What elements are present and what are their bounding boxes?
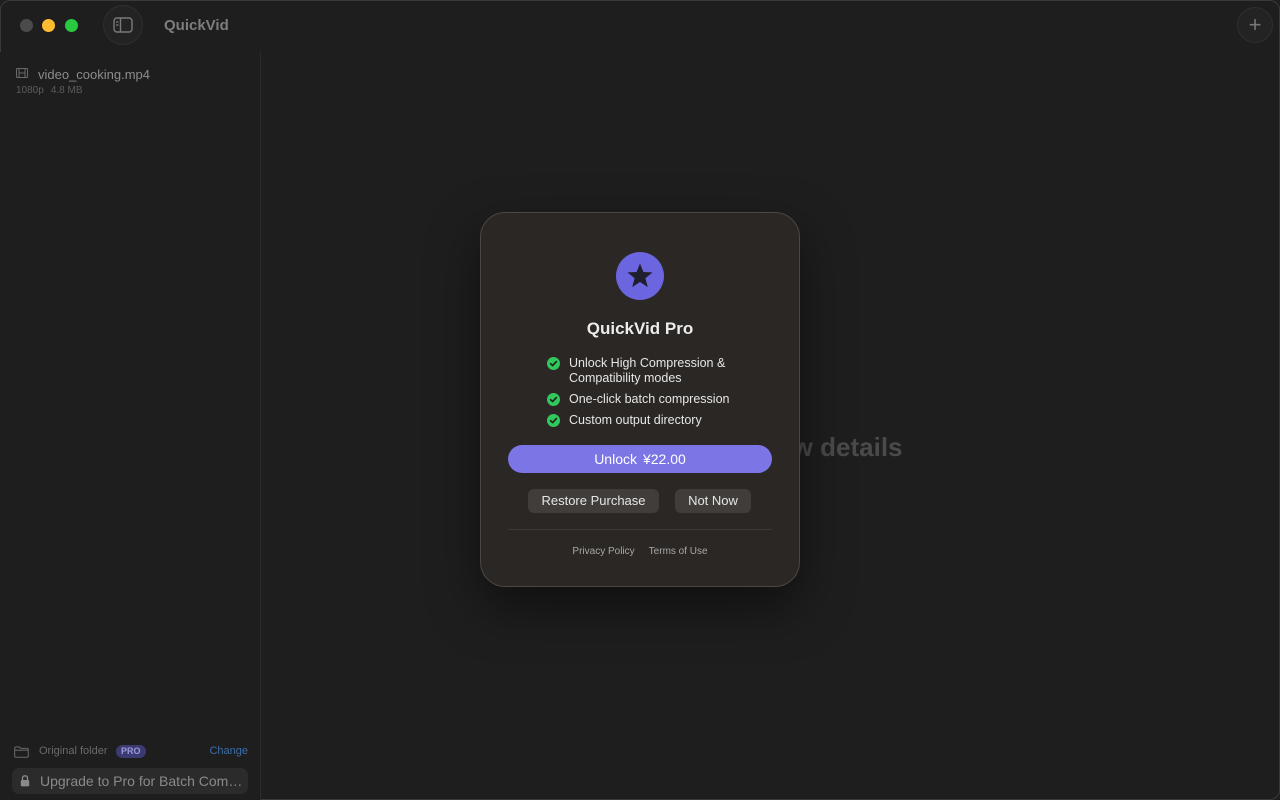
feature-label: Unlock High Compression & Compatibility … — [569, 356, 726, 385]
upgrade-to-pro-button[interactable]: Upgrade to Pro for Batch Comp... — [12, 768, 248, 794]
upgrade-label: Upgrade to Pro for Batch Comp... — [40, 773, 244, 789]
sidebar-toggle-button[interactable] — [104, 6, 142, 44]
add-file-button[interactable]: + — [1238, 8, 1272, 42]
privacy-policy-link[interactable]: Privacy Policy — [572, 546, 634, 557]
window-zoom-button[interactable] — [65, 19, 78, 32]
pro-upgrade-dialog: QuickVid Pro Unlock High Compression & C… — [481, 213, 799, 586]
check-icon — [547, 393, 560, 406]
pro-badge: PRO — [116, 745, 146, 758]
file-size: 4.8 MB — [50, 85, 83, 96]
file-name: video_cooking.mp4 — [38, 67, 151, 82]
lock-icon — [20, 775, 30, 787]
output-folder-row: Original folder PRO Change — [14, 744, 248, 760]
sidebar: video_cooking.mp4 1080p 4.8 MB Original f… — [0, 52, 261, 800]
app-title: QuickVid — [164, 17, 229, 34]
window-close-button[interactable] — [20, 19, 33, 32]
price-label: ¥22.00 — [642, 451, 686, 467]
feature-item: Unlock High Compression & Compatibility … — [547, 356, 747, 386]
change-folder-link[interactable]: Change — [209, 745, 248, 757]
sidebar-toggle-icon — [113, 17, 133, 33]
feature-label: Custom output directory — [569, 413, 702, 427]
restore-purchase-button[interactable]: Restore Purchase — [528, 489, 659, 513]
folder-icon — [14, 746, 29, 758]
file-meta: 1080p 4.8 MB — [16, 85, 83, 96]
plus-icon: + — [1248, 12, 1262, 37]
feature-list: Unlock High Compression & Compatibility … — [547, 356, 747, 434]
unlock-label: Unlock — [594, 451, 637, 467]
titlebar: QuickVid + — [0, 0, 1280, 52]
not-now-button[interactable]: Not Now — [675, 489, 751, 513]
star-badge — [616, 252, 664, 300]
file-resolution: 1080p — [16, 85, 44, 96]
check-icon — [547, 414, 560, 427]
feature-label: One-click batch compression — [569, 392, 730, 406]
unlock-purchase-button[interactable]: Unlock ¥22.00 — [508, 445, 772, 473]
divider — [508, 529, 772, 530]
star-icon — [627, 263, 653, 288]
check-icon — [547, 357, 560, 370]
window-minimize-button[interactable] — [42, 19, 55, 32]
dialog-title: QuickVid Pro — [586, 319, 694, 338]
film-icon — [16, 68, 28, 78]
feature-item: Custom output directory — [547, 413, 747, 428]
feature-item: One-click batch compression — [547, 392, 747, 407]
terms-of-use-link[interactable]: Terms of Use — [649, 546, 708, 557]
app-window: QuickVid + video_cooking.mp4 1080p 4.8 MB… — [0, 0, 1280, 800]
legal-links: Privacy Policy Terms of Use — [481, 546, 799, 557]
output-folder-label: Original folder — [39, 745, 108, 757]
